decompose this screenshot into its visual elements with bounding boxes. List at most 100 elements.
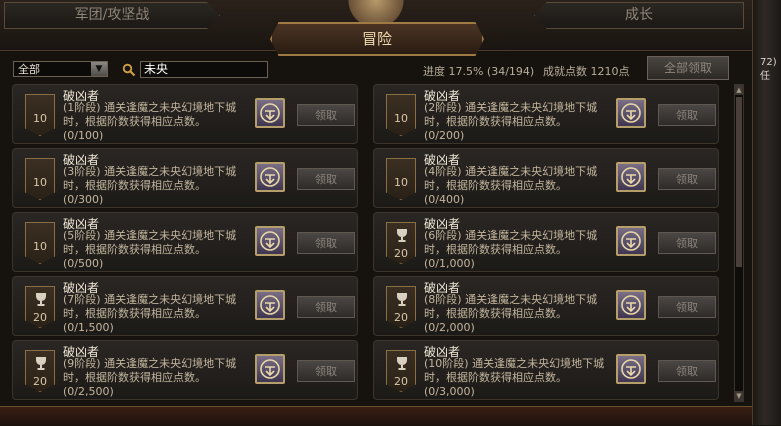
scrollbar[interactable]: ▲ ▼	[734, 84, 744, 402]
points-badge: 10	[25, 94, 55, 136]
reward-emblem-icon	[621, 359, 641, 379]
reward-item-icon[interactable]	[616, 98, 646, 128]
points-value: 20	[394, 375, 408, 388]
claim-button[interactable]: 领取	[297, 168, 355, 190]
points-badge: 20	[386, 350, 416, 392]
claim-button[interactable]: 领取	[658, 360, 716, 382]
claim-button[interactable]: 领取	[297, 296, 355, 318]
reward-emblem-icon	[260, 359, 280, 379]
claim-button[interactable]: 领取	[658, 296, 716, 318]
achievement-card: 20 破凶者 (6阶段) 通关逢魔之未央幻境地下城时，根据阶数获得相应点数。 (0/1…	[373, 212, 719, 272]
achievement-progress: (0/1,000)	[424, 257, 475, 270]
achievement-desc-text: (5阶段) 通关逢魔之未央幻境地下城时，根据阶数获得相应点数。	[63, 229, 237, 256]
points-value: 20	[394, 311, 408, 324]
tab-growth[interactable]: 成长	[534, 2, 744, 29]
reward-item-icon[interactable]	[616, 226, 646, 256]
claim-button[interactable]: 领取	[297, 360, 355, 382]
trophy-icon	[397, 229, 407, 242]
points-badge: 20	[25, 286, 55, 328]
claim-all-button[interactable]: 全部领取	[647, 56, 729, 80]
achievement-description: (8阶段) 通关逢魔之未央幻境地下城时，根据阶数获得相应点数。 (0/2,000)	[424, 293, 614, 335]
reward-item-icon[interactable]	[616, 354, 646, 384]
achievement-description: (6阶段) 通关逢魔之未央幻境地下城时，根据阶数获得相应点数。 (0/1,000)	[424, 229, 614, 271]
achievement-progress: (0/300)	[63, 193, 104, 206]
achievement-description: (7阶段) 通关逢魔之未央幻境地下城时，根据阶数获得相应点数。 (0/1,500)	[63, 293, 253, 335]
achievement-points-label: 成就点数 1210点	[543, 65, 630, 78]
trophy-icon	[36, 293, 46, 306]
achievement-desc-text: (6阶段) 通关逢魔之未央幻境地下城时，根据阶数获得相应点数。	[424, 229, 598, 256]
reward-item-icon[interactable]	[255, 98, 285, 128]
search-input[interactable]	[140, 61, 268, 78]
reward-emblem-icon	[260, 167, 280, 187]
background-window-text: 72) 任	[760, 57, 777, 82]
claim-button[interactable]: 领取	[658, 232, 716, 254]
points-value: 10	[33, 176, 47, 189]
points-badge: 10	[386, 94, 416, 136]
points-value: 10	[394, 112, 408, 125]
points-badge: 10	[25, 222, 55, 264]
achievement-description: (3阶段) 通关逢魔之未央幻境地下城时，根据阶数获得相应点数。 (0/300)	[63, 165, 253, 207]
achievement-desc-text: (4阶段) 通关逢魔之未央幻境地下城时，根据阶数获得相应点数。	[424, 165, 598, 192]
bottom-frame	[0, 406, 752, 426]
points-badge: 20	[25, 350, 55, 392]
chevron-down-icon[interactable]: ▼	[91, 62, 107, 76]
achievement-card: 10 破凶者 (3阶段) 通关逢魔之未央幻境地下城时，根据阶数获得相应点数。 (0/3…	[12, 148, 358, 208]
achievement-progress: (0/3,000)	[424, 385, 475, 398]
trophy-icon	[397, 293, 407, 306]
reward-emblem-icon	[621, 167, 641, 187]
points-value: 10	[33, 112, 47, 125]
trophy-icon	[397, 357, 407, 370]
reward-item-icon[interactable]	[616, 162, 646, 192]
achievement-desc-text: (2阶段) 通关逢魔之未央幻境地下城时，根据阶数获得相应点数。	[424, 101, 598, 128]
scroll-down-icon[interactable]: ▼	[735, 391, 743, 401]
crest-emblem-icon	[344, 0, 408, 22]
reward-item-icon[interactable]	[255, 162, 285, 192]
achievement-desc-text: (3阶段) 通关逢魔之未央幻境地下城时，根据阶数获得相应点数。	[63, 165, 237, 192]
points-value: 20	[33, 375, 47, 388]
achievement-progress: (0/400)	[424, 193, 465, 206]
achievement-description: (1阶段) 通关逢魔之未央幻境地下城时，根据阶数获得相应点数。 (0/100)	[63, 101, 253, 143]
achievement-card: 10 破凶者 (2阶段) 通关逢魔之未央幻境地下城时，根据阶数获得相应点数。 (0/2…	[373, 84, 719, 144]
achievement-desc-text: (10阶段) 通关逢魔之未央幻境地下城时，根据阶数获得相应点数。	[424, 357, 605, 384]
achievement-desc-text: (7阶段) 通关逢魔之未央幻境地下城时，根据阶数获得相应点数。	[63, 293, 237, 320]
trophy-icon	[36, 357, 46, 370]
achievement-description: (10阶段) 通关逢魔之未央幻境地下城时，根据阶数获得相应点数。 (0/3,000…	[424, 357, 614, 399]
claim-button[interactable]: 领取	[297, 232, 355, 254]
points-value: 10	[33, 240, 47, 253]
reward-emblem-icon	[260, 295, 280, 315]
points-value: 10	[394, 176, 408, 189]
progress-label: 进度 17.5% (34/194)	[423, 65, 535, 78]
reward-item-icon[interactable]	[255, 354, 285, 384]
achievement-card: 10 破凶者 (5阶段) 通关逢魔之未央幻境地下城时，根据阶数获得相应点数。 (0/5…	[12, 212, 358, 272]
reward-emblem-icon	[621, 295, 641, 315]
points-value: 20	[394, 247, 408, 260]
achievement-card: 20 破凶者 (8阶段) 通关逢魔之未央幻境地下城时，根据阶数获得相应点数。 (0/2…	[373, 276, 719, 336]
points-value: 20	[33, 311, 47, 324]
category-select-value: 全部	[18, 63, 40, 76]
achievement-card: 20 破凶者 (10阶段) 通关逢魔之未央幻境地下城时，根据阶数获得相应点数。 (0/…	[373, 340, 719, 400]
achievement-progress: (0/1,500)	[63, 321, 114, 334]
reward-item-icon[interactable]	[616, 290, 646, 320]
search-icon	[122, 63, 136, 77]
achievement-description: (2阶段) 通关逢魔之未央幻境地下城时，根据阶数获得相应点数。 (0/200)	[424, 101, 614, 143]
scroll-up-icon[interactable]: ▲	[735, 85, 743, 95]
reward-item-icon[interactable]	[255, 290, 285, 320]
reward-emblem-icon	[621, 231, 641, 251]
achievement-progress: (0/200)	[424, 129, 465, 142]
achievement-progress: (0/2,500)	[63, 385, 114, 398]
points-badge: 10	[25, 158, 55, 200]
points-badge: 20	[386, 286, 416, 328]
scrollbar-thumb[interactable]	[736, 97, 742, 267]
claim-button[interactable]: 领取	[297, 104, 355, 126]
tab-adventure[interactable]: 冒险	[270, 22, 484, 56]
claim-button[interactable]: 领取	[658, 104, 716, 126]
achievement-desc-text: (9阶段) 通关逢魔之未央幻境地下城时，根据阶数获得相应点数。	[63, 357, 237, 384]
achievement-list: 10 破凶者 (1阶段) 通关逢魔之未央幻境地下城时，根据阶数获得相应点数。 (0/1…	[12, 84, 724, 406]
claim-button[interactable]: 领取	[658, 168, 716, 190]
reward-item-icon[interactable]	[255, 226, 285, 256]
category-select[interactable]: 全部 ▼	[13, 61, 108, 77]
achievement-card: 10 破凶者 (1阶段) 通关逢魔之未央幻境地下城时，根据阶数获得相应点数。 (0/1…	[12, 84, 358, 144]
achievement-progress: (0/100)	[63, 129, 104, 142]
achievement-desc-text: (1阶段) 通关逢魔之未央幻境地下城时，根据阶数获得相应点数。	[63, 101, 237, 128]
tab-legion-siege[interactable]: 军团/攻坚战	[4, 2, 220, 29]
